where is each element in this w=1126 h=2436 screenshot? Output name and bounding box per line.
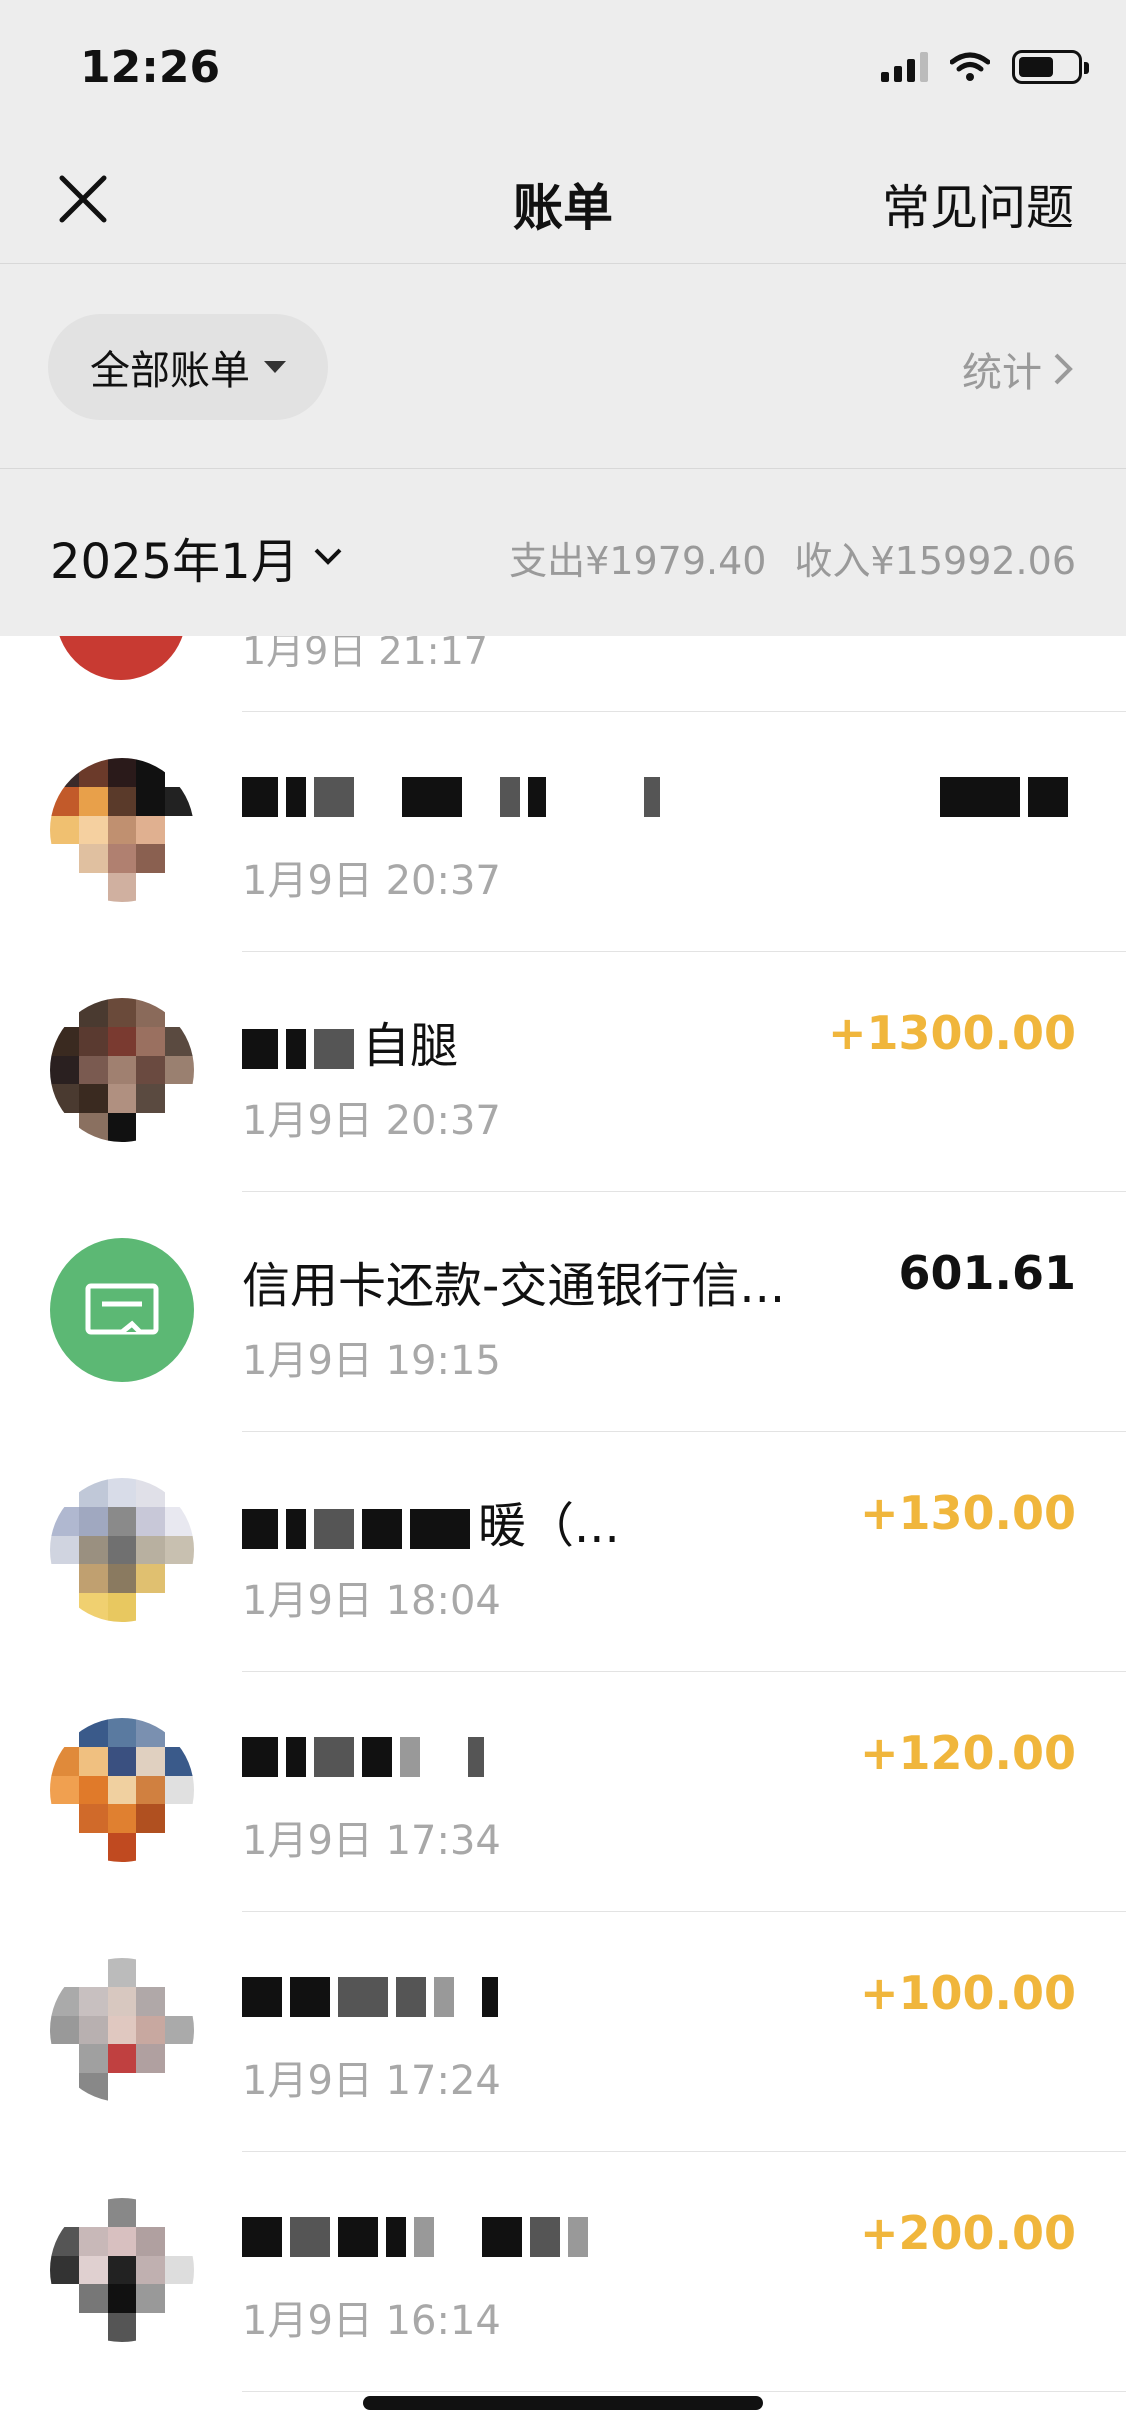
transaction-amount: +100.00	[859, 1966, 1076, 2020]
transaction-title	[242, 2206, 596, 2262]
home-indicator	[363, 2396, 763, 2410]
transaction-title: 信用卡还款-交通银行信...	[242, 1258, 786, 1314]
avatar	[50, 2198, 194, 2342]
month-row: 2025年1月 支出¥1979.40 收入¥15992.06	[0, 470, 1126, 636]
avatar	[50, 1478, 194, 1622]
stats-link[interactable]: 统计	[962, 340, 1074, 398]
transaction-time: 1月9日 20:37	[242, 858, 501, 904]
credit-card-repay-icon	[50, 1238, 194, 1382]
faq-link[interactable]: 常见问题	[882, 168, 1074, 238]
list-item[interactable]: 1月9日 17:24 +100.00	[0, 1912, 1126, 2152]
list-item[interactable]: 1月9日 16:14 +200.00	[0, 2152, 1126, 2392]
transaction-title	[242, 1726, 492, 1782]
transaction-amount: +200.00	[859, 2206, 1076, 2260]
transaction-title: 自腿	[242, 1006, 458, 1076]
filter-row: 全部账单 统计	[0, 264, 1126, 469]
nav-bar: 账单 常见问题	[0, 130, 1126, 264]
transaction-amount: +130.00	[859, 1486, 1076, 1540]
status-time: 12:26	[80, 42, 221, 93]
avatar	[50, 1718, 194, 1862]
bill-type-filter[interactable]: 全部账单	[48, 314, 328, 420]
transaction-amount: 601.61	[898, 1246, 1076, 1300]
list-item[interactable]: 暖（... 1月9日 18:04 +130.00	[0, 1432, 1126, 1672]
avatar	[50, 758, 194, 902]
list-item[interactable]: 1月9日 20:37	[0, 712, 1126, 952]
transaction-title: 暖（...	[242, 1486, 620, 1556]
list-item[interactable]: 信用卡还款-交通银行信... 1月9日 19:15 601.61	[0, 1192, 1126, 1432]
transaction-time: 1月9日 17:24	[242, 2058, 501, 2104]
transaction-time: 1月9日 20:37	[242, 1098, 501, 1144]
stats-label: 统计	[962, 350, 1042, 396]
expense-summary: 支出¥1979.40	[509, 539, 767, 583]
avatar	[50, 998, 194, 1142]
month-summary: 支出¥1979.40 收入¥15992.06	[509, 530, 1076, 585]
status-icons	[881, 50, 1089, 84]
avatar	[50, 1958, 194, 2102]
transaction-amount: +120.00	[859, 1726, 1076, 1780]
signal-icon	[881, 52, 928, 82]
transaction-time: 1月9日 16:14	[242, 2298, 501, 2344]
month-label: 2025年1月	[50, 534, 299, 590]
month-picker[interactable]: 2025年1月	[50, 522, 343, 592]
header: 12:26 账单 常见问题 全部账单 统计 2025年1月 支出¥1979.40…	[0, 0, 1126, 636]
caret-down-icon	[264, 361, 286, 373]
wifi-icon	[950, 52, 990, 81]
transaction-title	[242, 1966, 506, 2022]
transaction-amount: +1300.00	[827, 1006, 1076, 1060]
transaction-time: 1月9日 19:15	[242, 1338, 501, 1384]
transaction-title	[242, 766, 668, 822]
bill-type-label: 全部账单	[90, 348, 250, 394]
chevron-down-icon	[314, 548, 342, 565]
list-item[interactable]: 自腿 1月9日 20:37 +1300.00	[0, 952, 1126, 1192]
battery-icon	[1012, 50, 1089, 84]
chevron-right-icon	[1054, 353, 1073, 385]
list-item[interactable]: 1月9日 17:34 +120.00	[0, 1672, 1126, 1912]
transaction-time: 1月9日 17:34	[242, 1818, 501, 1864]
transaction-time: 1月9日 18:04	[242, 1578, 501, 1624]
income-summary: 收入¥15992.06	[794, 539, 1076, 583]
transaction-amount	[940, 766, 1076, 820]
